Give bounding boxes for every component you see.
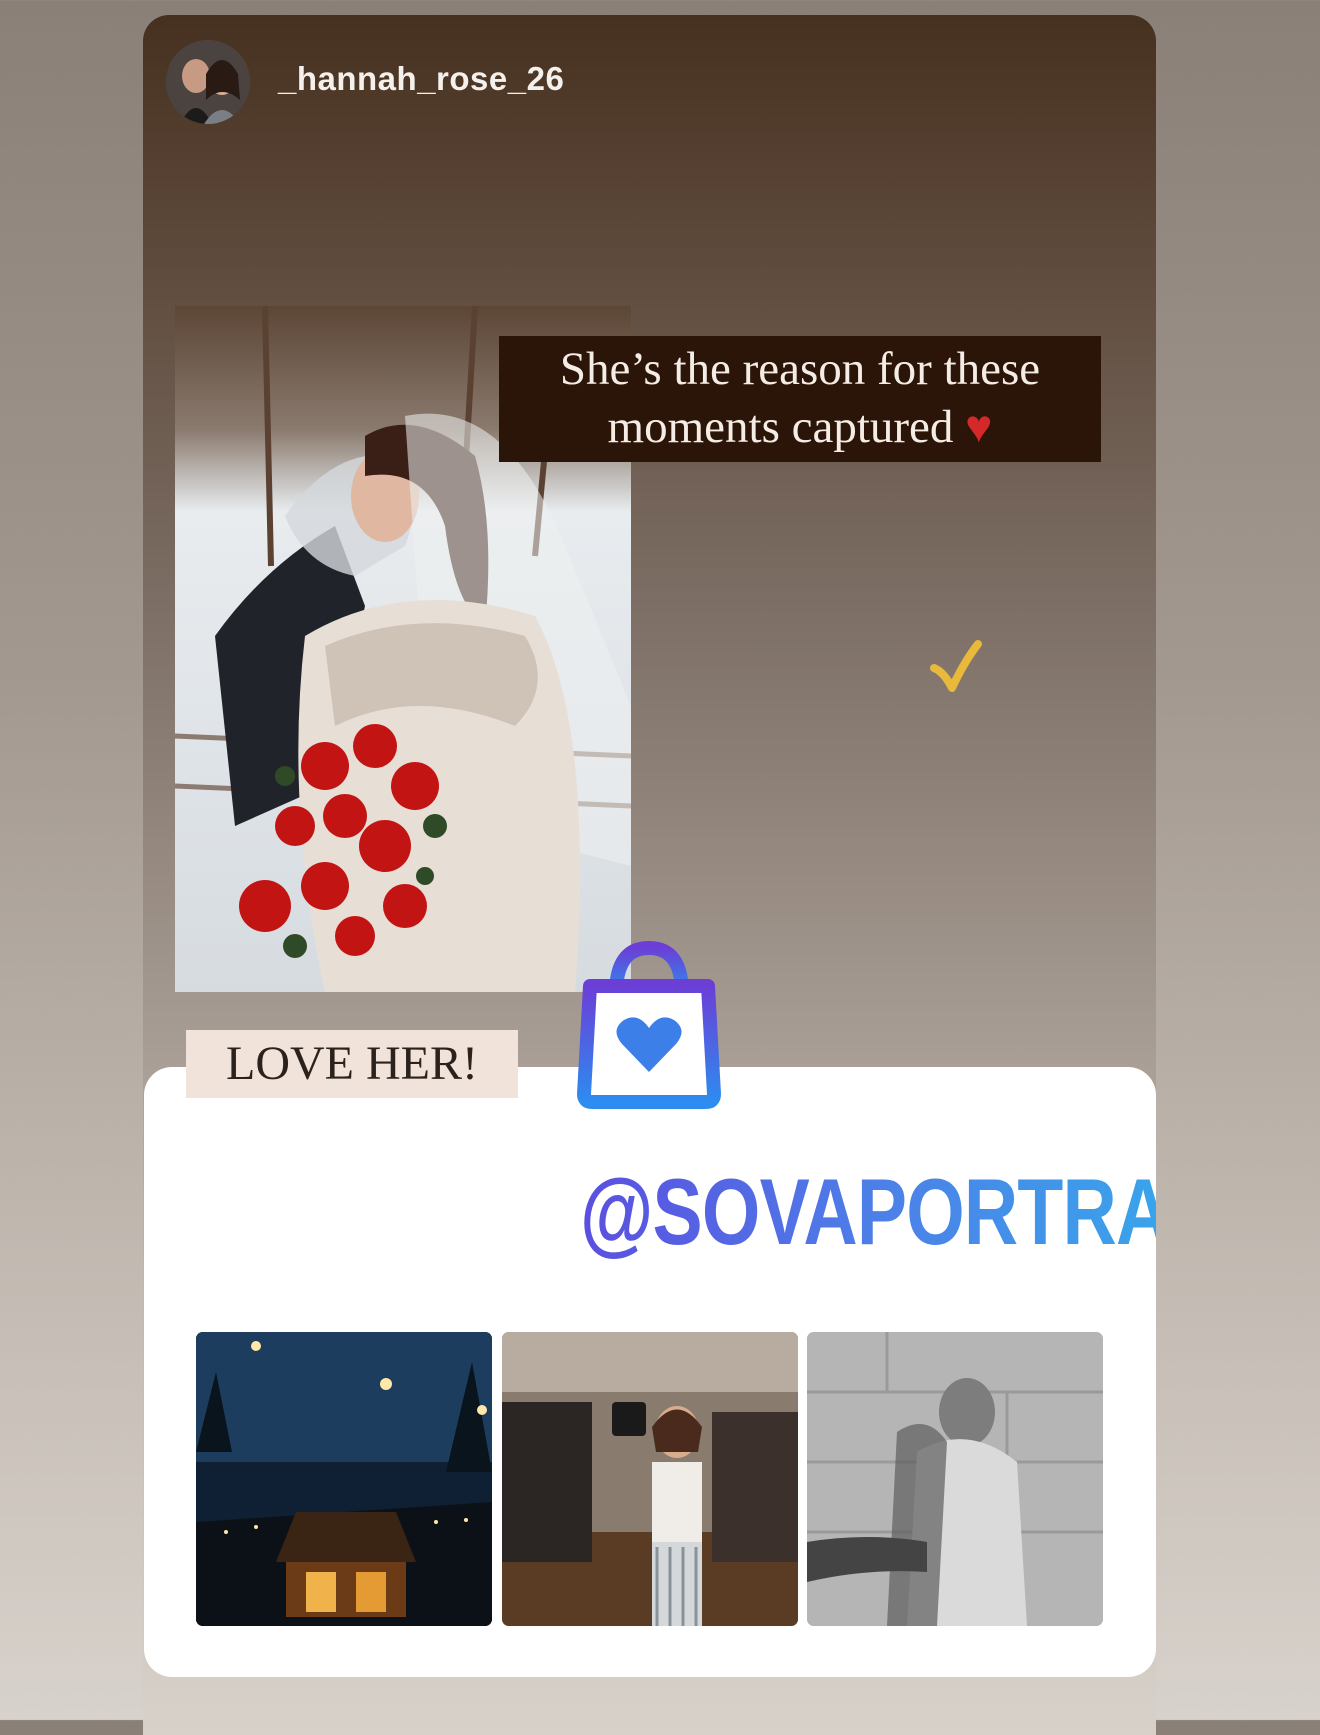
caption-line-2-text: moments captured (607, 401, 954, 453)
thumbnail-photographer-dancing[interactable] (502, 1332, 798, 1626)
thumbnail-couple-bw[interactable] (807, 1332, 1103, 1626)
thumbnail-barn-night[interactable] (196, 1332, 492, 1626)
check-mark-icon (928, 638, 988, 698)
story-caption: She’s the reason for these moments captu… (499, 336, 1101, 462)
shop-handle-link[interactable]: @SOVAPORTRAIT (580, 1165, 1236, 1259)
caption-line-1: She’s the reason for these (559, 343, 1041, 395)
heart-icon: ♥ (965, 401, 993, 452)
caption-line-2: moments captured ♥ (499, 398, 1101, 456)
shopping-bag-heart-icon[interactable] (576, 934, 722, 1110)
profile-avatar[interactable] (166, 40, 250, 124)
love-her-sticker: LOVE HER! (186, 1030, 518, 1098)
username[interactable]: _hannah_rose_26 (278, 60, 564, 98)
